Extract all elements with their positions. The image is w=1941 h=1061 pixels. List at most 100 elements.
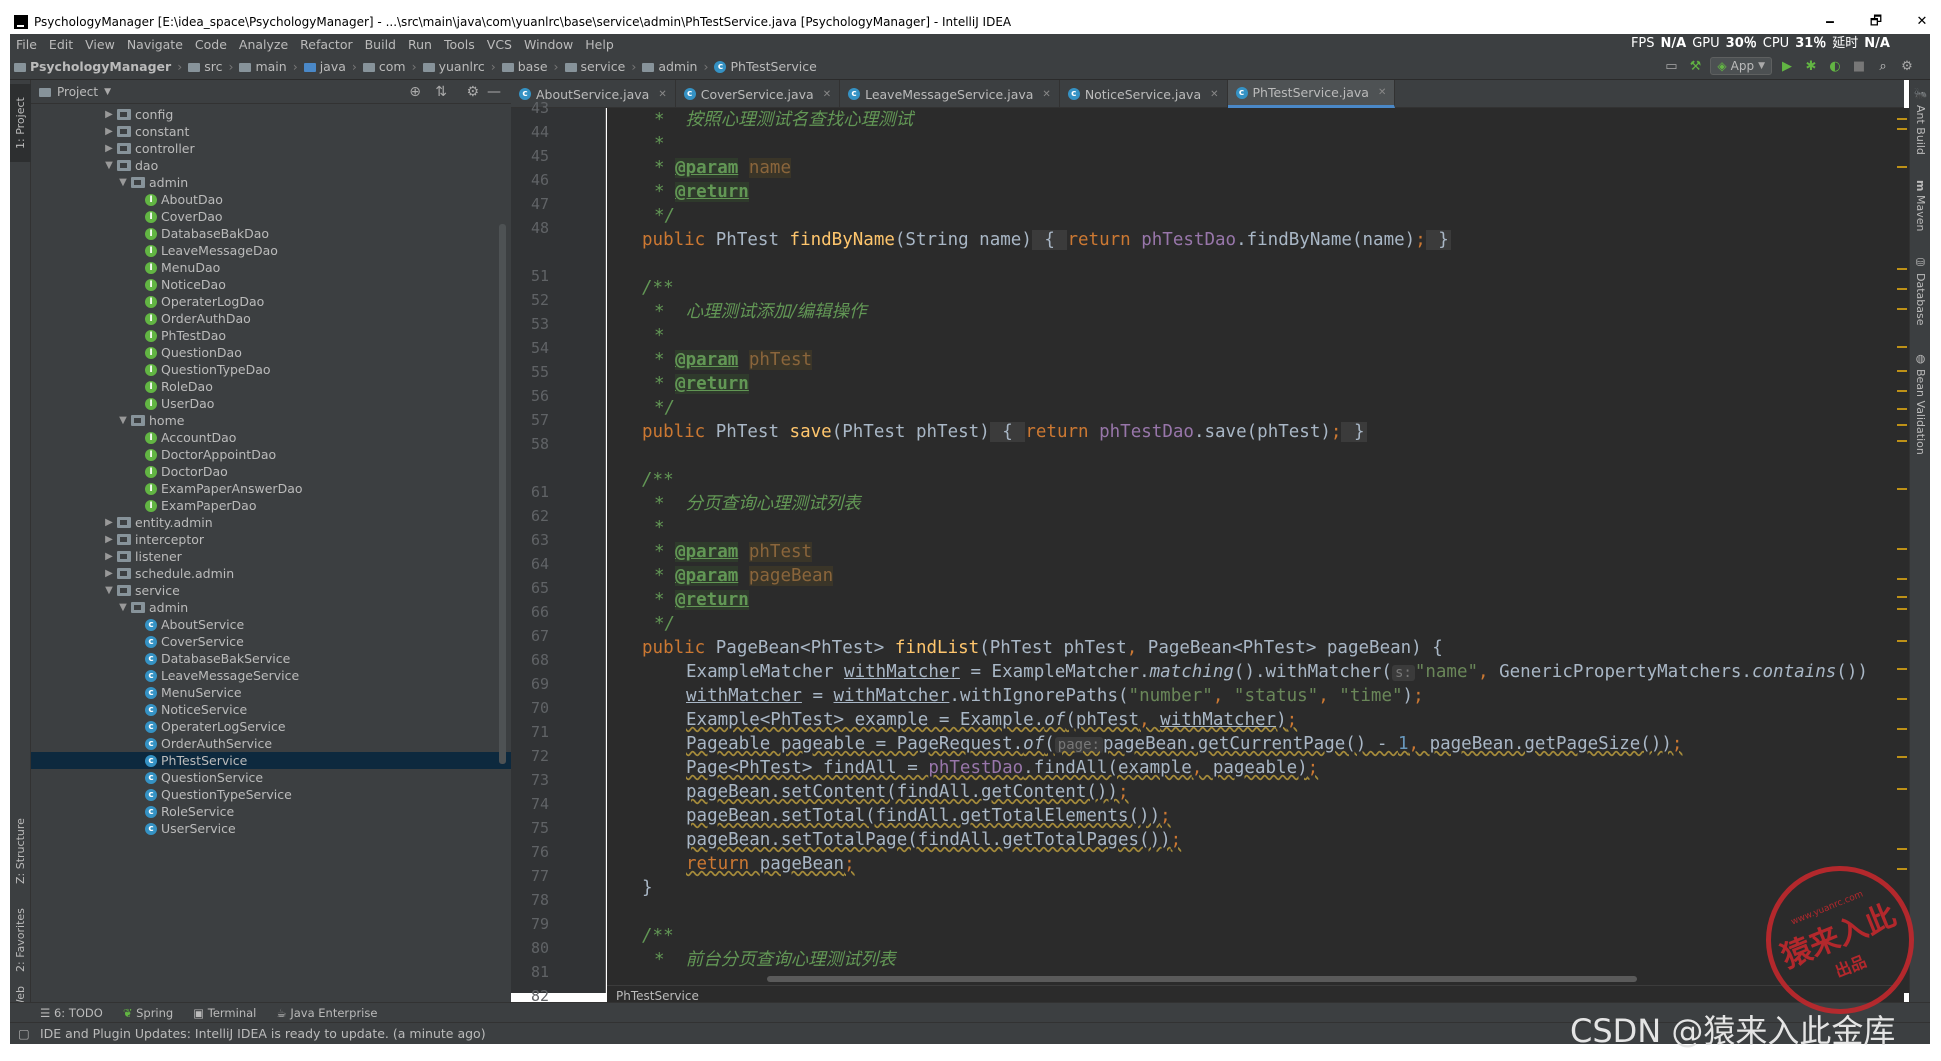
menu-tools[interactable]: Tools bbox=[438, 37, 481, 52]
tree-item[interactable]: I AccountDao bbox=[31, 429, 511, 446]
warning-marker[interactable] bbox=[1897, 728, 1907, 730]
tree-folder[interactable]: ▼ dao bbox=[31, 157, 511, 174]
tree-item[interactable]: I ExamPaperAnswerDao bbox=[31, 480, 511, 497]
breadcrumb-java[interactable]: java bbox=[300, 59, 350, 74]
tool-tab-maven[interactable]: m Maven bbox=[1910, 180, 1931, 250]
menu-navigate[interactable]: Navigate bbox=[121, 37, 189, 52]
coverage-icon[interactable]: ◐ bbox=[1826, 57, 1844, 75]
close-button[interactable]: ✕ bbox=[1899, 10, 1941, 34]
chevron-right-icon[interactable]: ▶ bbox=[103, 109, 115, 120]
tree-item[interactable]: c CoverService bbox=[31, 633, 511, 650]
menu-build[interactable]: Build bbox=[359, 37, 402, 52]
chevron-right-icon[interactable]: ▶ bbox=[103, 568, 115, 579]
tree-folder[interactable]: ▼ admin bbox=[31, 174, 511, 191]
chevron-right-icon[interactable]: ▶ bbox=[103, 551, 115, 562]
chevron-right-icon[interactable]: ▶ bbox=[103, 143, 115, 154]
tool-tab-java-enterprise[interactable]: ☕ Java Enterprise bbox=[276, 1006, 377, 1020]
locate-icon[interactable]: ⊕ bbox=[409, 84, 421, 100]
tree-folder[interactable]: ▶ listener bbox=[31, 548, 511, 565]
chevron-down-icon[interactable]: ▼ bbox=[103, 160, 115, 171]
tree-item[interactable]: c UserService bbox=[31, 820, 511, 837]
chevron-down-icon[interactable]: ▼ bbox=[117, 415, 129, 426]
tree-item[interactable]: c RoleService bbox=[31, 803, 511, 820]
tree-folder[interactable]: ▼ admin bbox=[31, 599, 511, 616]
chevron-down-icon[interactable]: ▼ bbox=[104, 87, 111, 97]
chevron-right-icon[interactable]: ▶ bbox=[103, 534, 115, 545]
breadcrumb-service[interactable]: service bbox=[561, 59, 630, 74]
breadcrumb-admin[interactable]: admin bbox=[638, 59, 701, 74]
tree-item[interactable]: c MenuService bbox=[31, 684, 511, 701]
tree-item[interactable]: I MenuDao bbox=[31, 259, 511, 276]
chevron-right-icon[interactable]: ▶ bbox=[103, 517, 115, 528]
breadcrumb-base[interactable]: base bbox=[498, 59, 552, 74]
scroll-thumb[interactable] bbox=[767, 976, 1637, 982]
tool-tab-structure[interactable]: Z: Structure bbox=[10, 810, 31, 892]
close-icon[interactable]: ✕ bbox=[658, 89, 666, 100]
tree-item[interactable]: I CoverDao bbox=[31, 208, 511, 225]
tree-folder[interactable]: ▶ schedule.admin bbox=[31, 565, 511, 582]
tree-item[interactable]: I NoticeDao bbox=[31, 276, 511, 293]
tree-item[interactable]: I LeaveMessageDao bbox=[31, 242, 511, 259]
tree-item[interactable]: c QuestionTypeService bbox=[31, 786, 511, 803]
code-editor[interactable]: * 按照心理测试名查找心理测试 * * @param name * @retur… bbox=[607, 108, 1904, 993]
error-stripe[interactable] bbox=[1897, 108, 1909, 993]
run-config-select[interactable]: ◈ App ▼ bbox=[1710, 57, 1772, 75]
tree-item[interactable]: c QuestionService bbox=[31, 769, 511, 786]
menu-run[interactable]: Run bbox=[402, 37, 438, 52]
menu-analyze[interactable]: Analyze bbox=[233, 37, 294, 52]
close-icon[interactable]: ✕ bbox=[1042, 89, 1050, 100]
stop-icon[interactable]: ■ bbox=[1850, 57, 1868, 75]
breadcrumb-com[interactable]: com bbox=[359, 59, 410, 74]
warning-marker[interactable] bbox=[1897, 308, 1907, 310]
tree-item[interactable]: I RoleDao bbox=[31, 378, 511, 395]
project-view-select[interactable]: Project bbox=[57, 85, 98, 99]
warning-marker[interactable] bbox=[1897, 548, 1907, 550]
gear-icon[interactable]: ⚙ bbox=[466, 84, 479, 100]
warning-marker[interactable] bbox=[1897, 166, 1907, 168]
warning-marker[interactable] bbox=[1897, 640, 1907, 642]
tree-item[interactable]: c PhTestService bbox=[31, 752, 511, 769]
warning-marker[interactable] bbox=[1897, 698, 1907, 700]
warning-marker[interactable] bbox=[1897, 288, 1907, 290]
tree-item[interactable]: I OrderAuthDao bbox=[31, 310, 511, 327]
warning-marker[interactable] bbox=[1897, 408, 1907, 410]
menu-file[interactable]: File bbox=[10, 37, 43, 52]
menu-code[interactable]: Code bbox=[189, 37, 233, 52]
warning-marker[interactable] bbox=[1897, 268, 1907, 270]
tree-folder[interactable]: ▶ interceptor bbox=[31, 531, 511, 548]
search-icon[interactable]: ⌕ bbox=[1874, 57, 1892, 75]
breadcrumb-file[interactable]: c PhTestService bbox=[710, 59, 820, 74]
collapse-all-icon[interactable]: ⇅ bbox=[435, 84, 447, 100]
tool-tab-favorites[interactable]: 2: Favorites bbox=[10, 900, 31, 980]
tree-folder[interactable]: ▶ config bbox=[31, 106, 511, 123]
tree-folder[interactable]: ▼ home bbox=[31, 412, 511, 429]
debug-icon[interactable]: ✱ bbox=[1802, 57, 1820, 75]
tree-item[interactable]: I OperaterLogDao bbox=[31, 293, 511, 310]
breadcrumb-yuanlrc[interactable]: yuanlrc bbox=[419, 59, 489, 74]
tree-item[interactable]: c NoticeService bbox=[31, 701, 511, 718]
warning-marker[interactable] bbox=[1897, 788, 1907, 790]
breadcrumb-src[interactable]: src bbox=[184, 59, 226, 74]
warning-marker[interactable] bbox=[1897, 118, 1907, 120]
tree-folder[interactable]: ▼ service bbox=[31, 582, 511, 599]
close-icon[interactable]: ✕ bbox=[1378, 87, 1386, 98]
tree-item[interactable]: I AboutDao bbox=[31, 191, 511, 208]
tool-tab-project[interactable]: 1: Project bbox=[10, 84, 31, 162]
warning-marker[interactable] bbox=[1897, 424, 1907, 426]
tree-item[interactable]: I ExamPaperDao bbox=[31, 497, 511, 514]
warning-marker[interactable] bbox=[1897, 868, 1907, 870]
close-icon[interactable]: ✕ bbox=[1210, 89, 1218, 100]
warning-marker[interactable] bbox=[1897, 128, 1907, 130]
warning-marker[interactable] bbox=[1897, 848, 1907, 850]
settings-icon[interactable]: ⚙ bbox=[1898, 57, 1916, 75]
tool-tab-terminal[interactable]: ▣ Terminal bbox=[193, 1006, 256, 1020]
menu-edit[interactable]: Edit bbox=[43, 37, 79, 52]
tree-item[interactable]: I DatabaseBakDao bbox=[31, 225, 511, 242]
tool-tab-database[interactable]: ⛁ Database bbox=[1910, 256, 1931, 346]
build-hammer-icon[interactable]: ⚒ bbox=[1686, 57, 1704, 75]
tool-tab-bean-validation[interactable]: ◍ Bean Validation bbox=[1910, 352, 1931, 472]
tool-tab-spring[interactable]: ❦ Spring bbox=[123, 1006, 173, 1020]
chevron-down-icon[interactable]: ▼ bbox=[117, 602, 129, 613]
hide-panel-icon[interactable]: — bbox=[487, 84, 501, 100]
layout-icon[interactable]: ▭ bbox=[1662, 57, 1680, 75]
